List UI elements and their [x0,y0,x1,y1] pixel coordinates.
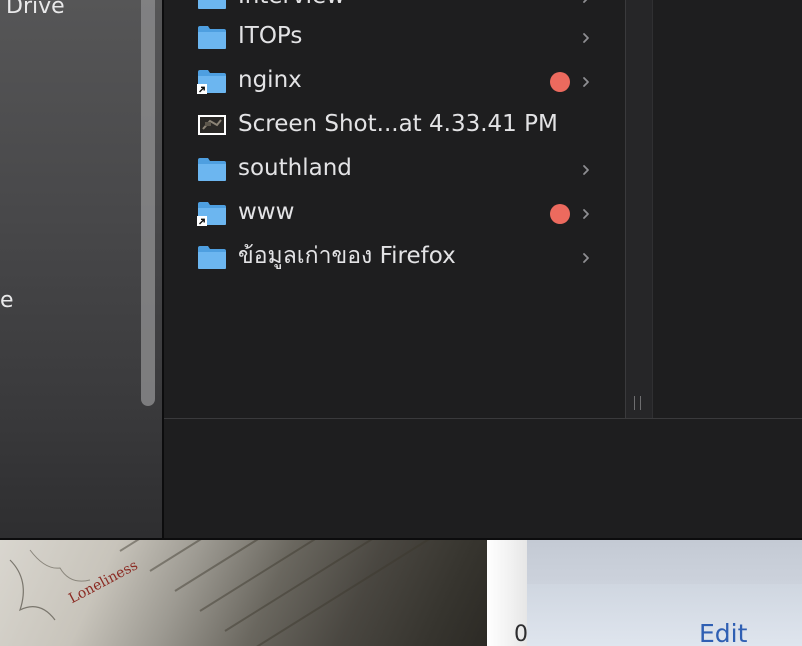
folder-alias-icon [197,202,226,226]
background-window-partial-text: 0 [514,622,528,646]
sidebar-scrollbar[interactable] [141,0,155,406]
grip-line-right [640,396,641,410]
edit-button[interactable]: Edit [699,618,747,646]
chevron-right-icon [583,33,589,43]
chevron-right-icon [583,0,588,3]
chevron-right-icon [583,209,589,219]
file-name: nginx [238,67,302,93]
file-row-nginx[interactable]: nginx [192,60,612,104]
chevron-right-icon [583,77,589,87]
finder-sidebar: Drive e [0,0,162,538]
red-tag-dot [550,72,570,92]
background-window-toolbar [527,540,802,584]
image-file-icon [198,115,226,135]
folder-icon [198,0,226,9]
preview-area [164,419,802,538]
file-row-southland[interactable]: southland [192,148,612,192]
screen: Drive e Interview ITOPs [0,0,802,646]
file-name: ITOPs [238,23,303,49]
chevron-right-icon [583,165,589,175]
folder-icon [198,26,226,49]
sidebar-item-partial[interactable]: e [0,288,14,313]
file-name: Screen Shot...at 4.33.41 PM [238,111,558,137]
grip-line-left [634,396,635,410]
file-name: ข้อมูลเก่าของ Firefox [238,243,456,269]
column-resize-handle[interactable] [626,0,653,418]
file-row-www[interactable]: www [192,192,612,236]
folder-alias-icon [197,70,226,94]
red-tag-dot [550,204,570,224]
file-row-screenshot[interactable]: Screen Shot...at 4.33.41 PM [192,104,612,148]
file-row-itops[interactable]: ITOPs [192,16,612,60]
folder-icon [198,158,226,181]
file-name: southland [238,155,352,181]
file-name: www [238,199,295,225]
next-column [653,0,802,418]
sidebar-item-drive[interactable]: Drive [6,0,65,19]
folder-icon [198,246,226,269]
chevron-right-icon [583,253,589,263]
file-name: Interview [238,0,345,12]
file-row-firefox-old-data[interactable]: ข้อมูลเก่าของ Firefox [192,236,612,280]
